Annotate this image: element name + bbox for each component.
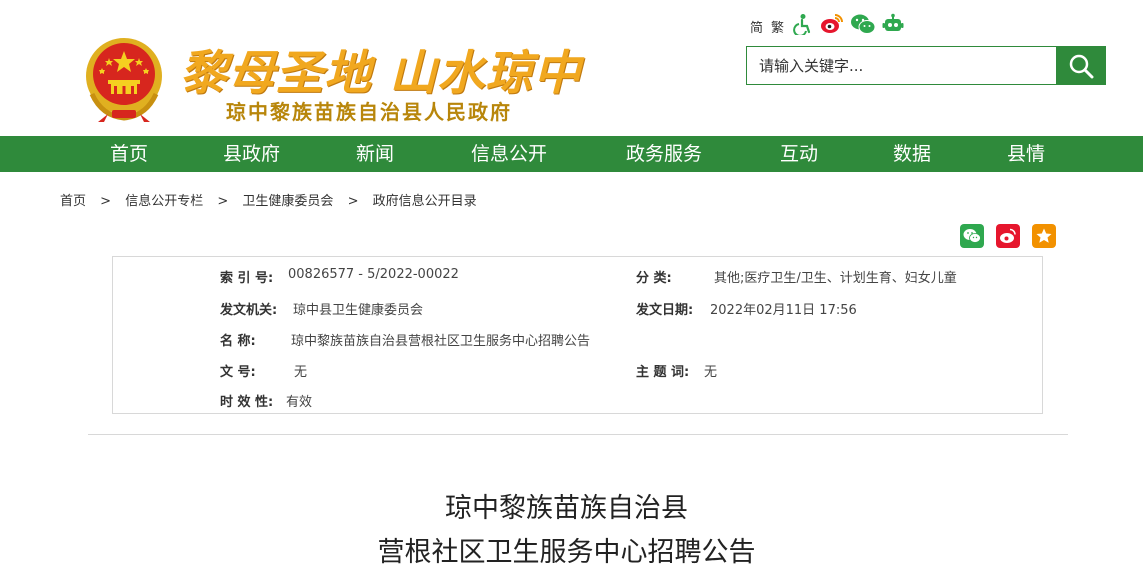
star-icon [1036,228,1052,243]
national-emblem-icon[interactable] [82,34,166,124]
share-favorite-button[interactable] [1032,224,1056,248]
header-tools: 简 繁 [750,13,910,39]
title-value: 琼中黎族苗族自治县营根社区卫生服务中心招聘公告 [291,334,591,349]
breadcrumb-item-health-commission[interactable]: 卫生健康委员会 [242,194,333,209]
weibo-icon [1000,228,1016,243]
document-number-value: 无 [294,365,308,380]
nav-item-county-government[interactable]: 县政府 [223,136,280,172]
weibo-icon[interactable] [820,13,844,39]
category-value: 其他;医疗卫生/卫生、计划生育、妇女儿童 [714,271,957,286]
breadcrumb-item-info-catalog[interactable]: 政府信息公开目录 [373,194,477,209]
keyword-label: 主 题 词: [636,365,690,380]
validity-value: 有效 [286,395,313,410]
robot-icon[interactable] [882,13,904,39]
nav-item-information-disclosure[interactable]: 信息公开 [471,136,547,172]
share-wechat-button[interactable] [960,224,984,248]
category-label: 分 类: [636,271,672,286]
breadcrumb-separator: > [100,194,112,209]
nav-item-county-profile[interactable]: 县情 [1007,136,1045,172]
issue-date-value: 2022年02月11日 17:56 [710,303,857,318]
issue-date-label: 发文日期: [636,303,694,318]
search-icon [1069,54,1093,78]
document-number-label: 文 号: [220,365,256,380]
search-box [746,46,1106,85]
content-divider [88,434,1068,435]
breadcrumb: 首页 > 信息公开专栏 > 卫生健康委员会 > 政府信息公开目录 [60,190,477,209]
title-label: 名 称: [220,334,256,349]
search-input[interactable] [747,47,1057,84]
index-number-value: 00826577 - 5/2022-00022 [288,267,459,282]
nav-item-interaction[interactable]: 互动 [780,136,818,172]
accessibility-icon[interactable] [792,13,814,39]
main-content: 首页 > 信息公开专栏 > 卫生健康委员会 > 政府信息公开目录 索 引 号: … [0,172,1143,578]
article-title-line-1: 琼中黎族苗族自治县 [445,493,688,524]
keyword-value: 无 [704,365,718,380]
site-slogan: 黎母圣地 山水琼中 [180,46,582,101]
breadcrumb-item-info-column[interactable]: 信息公开专栏 [125,194,203,209]
simplified-chinese-link[interactable]: 简 [750,17,763,36]
site-header: 黎母圣地 山水琼中 琼中黎族苗族自治县人民政府 简 繁 [0,0,1143,136]
breadcrumb-item-home[interactable]: 首页 [60,194,86,209]
nav-item-home[interactable]: 首页 [110,136,148,172]
wechat-icon [963,229,981,243]
share-weibo-button[interactable] [996,224,1020,248]
index-number-label: 索 引 号: [220,271,274,286]
search-button[interactable] [1056,47,1105,84]
document-metadata-table: 索 引 号: 00826577 - 5/2022-00022 分 类: 其他;医… [112,256,1043,414]
wechat-icon[interactable] [850,13,876,39]
breadcrumb-separator: > [347,194,359,209]
issuer-value: 琼中县卫生健康委员会 [293,303,424,318]
nav-item-news[interactable]: 新闻 [356,136,394,172]
traditional-chinese-link[interactable]: 繁 [771,17,784,36]
article-title-line-2: 营根社区卫生服务中心招聘公告 [377,537,756,568]
site-subtitle: 琼中黎族苗族自治县人民政府 [226,100,512,124]
main-nav: 首页 县政府 新闻 信息公开 政务服务 互动 数据 县情 [0,136,1143,172]
validity-label: 时 效 性: [220,395,274,410]
nav-item-government-services[interactable]: 政务服务 [626,136,702,172]
issuer-label: 发文机关: [220,303,278,318]
breadcrumb-separator: > [217,194,229,209]
nav-item-data[interactable]: 数据 [893,136,931,172]
